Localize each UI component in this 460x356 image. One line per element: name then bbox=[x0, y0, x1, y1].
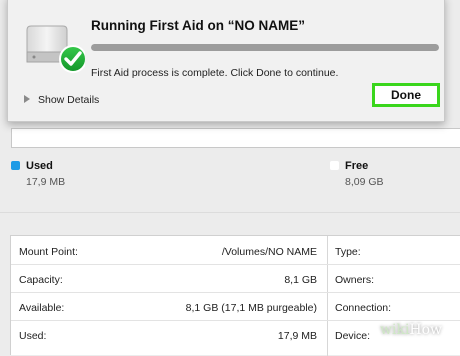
info-row-capacity: Capacity: 8,1 GB Owners: bbox=[11, 264, 460, 292]
status-message: First Aid process is complete. Click Don… bbox=[91, 67, 339, 79]
info-label-right: Type: bbox=[335, 246, 361, 258]
show-details-toggle[interactable]: Show Details bbox=[24, 94, 99, 106]
free-size: 8,09 GB bbox=[345, 176, 384, 188]
first-aid-progress-bar bbox=[91, 44, 439, 51]
progress-fill bbox=[91, 44, 439, 51]
info-value: /Volumes/NO NAME bbox=[221, 246, 317, 258]
info-label: Available: bbox=[19, 302, 65, 314]
used-swatch bbox=[11, 161, 20, 170]
used-size: 17,9 MB bbox=[26, 176, 66, 188]
first-aid-sheet: Running First Aid on “NO NAME” First Aid… bbox=[7, 0, 445, 122]
show-details-label: Show Details bbox=[38, 94, 100, 106]
watermark-suffix: How bbox=[409, 322, 443, 338]
info-label: Capacity: bbox=[19, 274, 63, 286]
external-drive-with-checkmark-icon bbox=[25, 22, 87, 76]
wikihow-watermark: wikiHow bbox=[380, 322, 460, 345]
info-row-available: Available: 8,1 GB (17,1 MB purgeable) Co… bbox=[11, 292, 460, 320]
disclosure-triangle-icon[interactable] bbox=[24, 95, 30, 103]
info-value: 17,9 MB bbox=[277, 330, 317, 342]
info-value: 8,1 GB (17,1 MB purgeable) bbox=[185, 302, 317, 314]
watermark-prefix: wiki bbox=[380, 322, 410, 338]
info-label: Mount Point: bbox=[19, 246, 78, 258]
section-divider bbox=[0, 212, 460, 213]
info-label-right: Owners: bbox=[335, 274, 375, 286]
free-label: Free bbox=[345, 160, 369, 172]
info-value: 8,1 GB bbox=[284, 274, 317, 286]
done-button-label: Done bbox=[391, 88, 421, 102]
disk-usage-bar bbox=[11, 128, 460, 148]
info-label-right: Connection: bbox=[335, 302, 392, 314]
done-button[interactable]: Done bbox=[372, 83, 440, 107]
free-swatch bbox=[330, 161, 339, 170]
dialog-title: Running First Aid on “NO NAME” bbox=[91, 18, 305, 33]
info-label: Used: bbox=[19, 330, 47, 342]
info-row-mount-point: Mount Point: /Volumes/NO NAME Type: bbox=[11, 236, 460, 264]
info-label-right: Device: bbox=[335, 330, 371, 342]
free-legend: Free 8,09 GB bbox=[330, 160, 384, 188]
used-label: Used bbox=[26, 160, 53, 172]
used-legend: Used 17,9 MB bbox=[11, 160, 65, 188]
